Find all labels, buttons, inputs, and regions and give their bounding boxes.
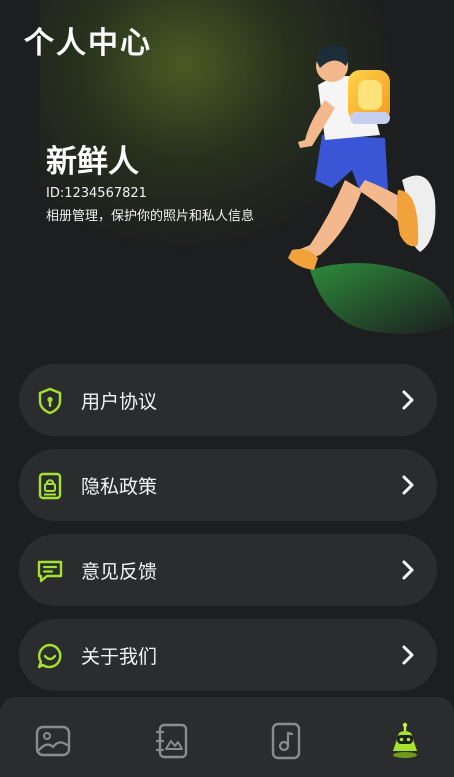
photo-book-icon[interactable] xyxy=(152,721,192,761)
image-icon[interactable] xyxy=(33,721,73,761)
profile-description: 相册管理，保护你的照片和私人信息 xyxy=(46,209,255,224)
chevron-right-icon xyxy=(402,645,414,665)
shield-icon xyxy=(38,387,62,415)
menu-item-user-agreement[interactable]: 用户协议 xyxy=(19,364,437,436)
menu-item-feedback[interactable]: 意见反馈 xyxy=(19,534,437,606)
menu-item-about-us[interactable]: 关于我们 xyxy=(19,619,437,691)
bottom-tab-bar xyxy=(0,697,454,777)
music-icon[interactable] xyxy=(266,721,306,761)
document-lock-icon xyxy=(38,472,62,500)
chevron-right-icon xyxy=(402,475,414,495)
user-nickname: 新鲜人 xyxy=(46,144,139,180)
user-id: ID:1234567821 xyxy=(46,186,147,201)
chevron-right-icon xyxy=(402,560,414,580)
menu-item-label: 关于我们 xyxy=(81,646,158,668)
page-title: 个人中心 xyxy=(24,26,152,61)
running-person-illustration xyxy=(288,45,454,334)
menu-item-label: 用户协议 xyxy=(81,391,158,413)
menu-item-privacy-policy[interactable]: 隐私政策 xyxy=(19,449,437,521)
message-icon xyxy=(37,560,63,583)
chat-bubble-icon xyxy=(37,643,62,669)
menu-item-label: 意见反馈 xyxy=(81,561,158,583)
chevron-right-icon xyxy=(402,390,414,410)
menu-item-label: 隐私政策 xyxy=(81,476,158,498)
robot-icon[interactable] xyxy=(385,721,425,761)
